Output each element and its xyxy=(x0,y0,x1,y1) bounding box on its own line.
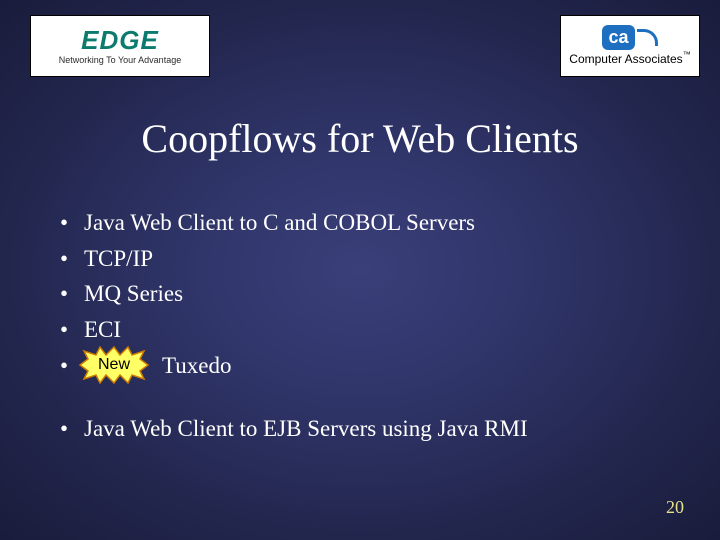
new-badge-label: New xyxy=(98,353,130,378)
edge-logo-tagline: Networking To Your Advantage xyxy=(59,55,181,65)
page-number: 20 xyxy=(666,497,684,518)
bullet-icon: • xyxy=(60,411,84,447)
edge-logo: EDGE Networking To Your Advantage xyxy=(30,15,210,77)
ca-logo-text: Computer Associates™ xyxy=(569,50,690,68)
bullet-list: • Java Web Client to C and COBOL Servers… xyxy=(60,205,660,447)
new-badge: New xyxy=(84,352,144,378)
bullet-text: MQ Series xyxy=(84,276,183,312)
ca-logo: ca Computer Associates™ xyxy=(560,15,700,77)
edge-logo-text: EDGE xyxy=(81,27,159,53)
bullet-text: TCP/IP xyxy=(84,241,153,277)
list-item: • Java Web Client to EJB Servers using J… xyxy=(60,411,660,447)
bullet-text: Tuxedo xyxy=(162,348,231,384)
bullet-icon: • xyxy=(60,205,84,241)
slide-title: Coopflows for Web Clients xyxy=(0,115,720,162)
spacer xyxy=(60,383,660,411)
bullet-text: Java Web Client to EJB Servers using Jav… xyxy=(84,411,528,447)
bullet-icon: • xyxy=(60,241,84,277)
ca-logo-mark: ca xyxy=(602,25,657,50)
bullet-text: Java Web Client to C and COBOL Servers xyxy=(84,205,475,241)
ca-logo-mark-text: ca xyxy=(602,25,634,50)
bullet-icon: • xyxy=(60,276,84,312)
slide: EDGE Networking To Your Advantage ca Com… xyxy=(0,0,720,540)
ca-logo-swoosh-icon xyxy=(637,29,658,46)
list-item: • Java Web Client to C and COBOL Servers xyxy=(60,205,660,241)
bullet-text: ECI xyxy=(84,312,121,348)
bullet-icon: • xyxy=(60,312,84,348)
list-item: • MQ Series xyxy=(60,276,660,312)
list-item: • TCP/IP xyxy=(60,241,660,277)
list-item: • ECI xyxy=(60,312,660,348)
list-item: • New Tuxedo xyxy=(60,348,660,384)
